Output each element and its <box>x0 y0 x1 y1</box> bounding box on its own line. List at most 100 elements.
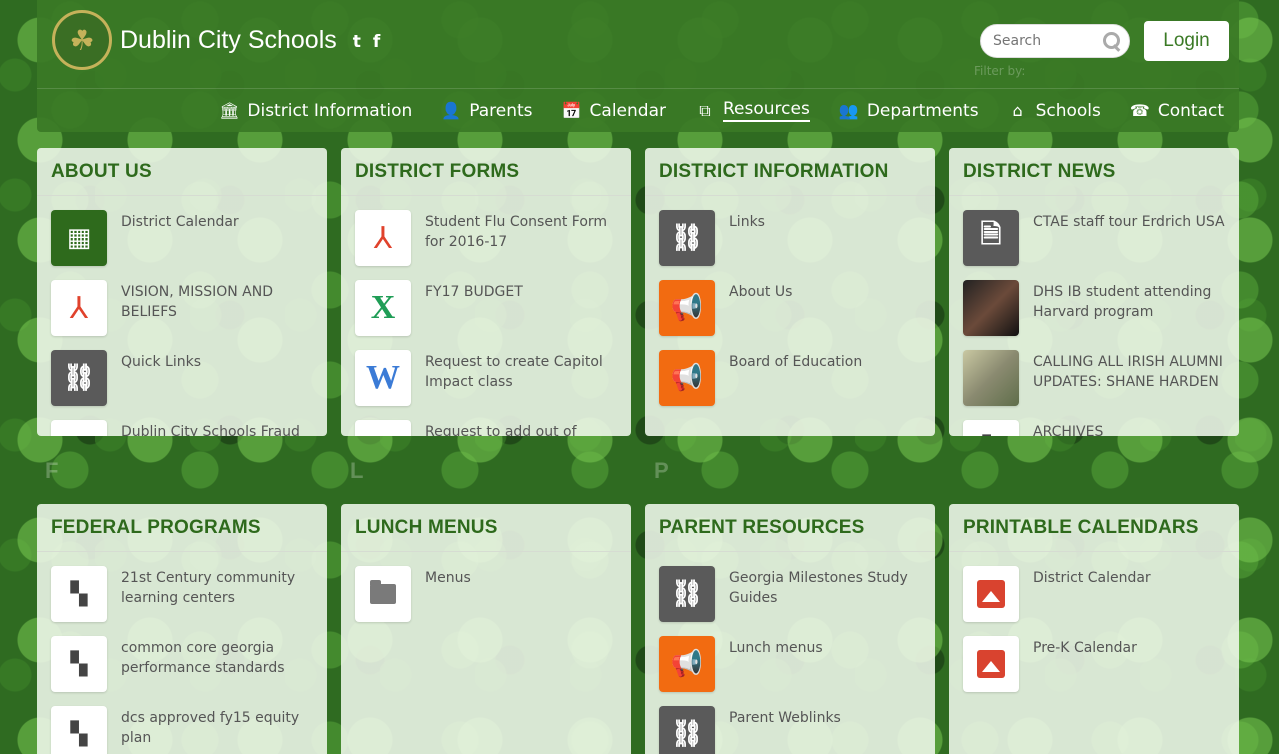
card-district-information: DISTRICT INFORMATION ⛓ Links 📢 About Us … <box>645 148 935 436</box>
nav-schools[interactable]: ⌂ Schools <box>1008 101 1100 121</box>
item-label[interactable]: common core georgia performance standard… <box>121 638 313 706</box>
item-label[interactable]: Parent Weblinks <box>729 708 841 754</box>
link-icon[interactable]: ⛓ <box>51 350 107 406</box>
list-item[interactable]: District Calendar <box>963 566 1225 636</box>
list-item[interactable]: Pre-K Calendar <box>963 636 1225 706</box>
folder-icon[interactable] <box>355 566 411 622</box>
item-label[interactable]: Menus <box>425 568 471 636</box>
school-name[interactable]: Dublin City Schools <box>120 26 337 55</box>
card-title: DISTRICT NEWS <box>949 148 1239 196</box>
list-item[interactable]: ⛓ Parent Weblinks <box>659 706 921 754</box>
list-item[interactable]: ▦ District Calendar <box>51 210 313 280</box>
login-button[interactable]: Login <box>1144 21 1229 61</box>
group-icon: 👥 <box>838 101 859 120</box>
list-item[interactable]: ⅄ VISION, MISSION AND BELIEFS <box>51 280 313 350</box>
card-district-forms: DISTRICT FORMS ⅄ Student Flu Consent For… <box>341 148 631 436</box>
grid-icon[interactable]: ▚ <box>51 706 107 754</box>
link-icon[interactable]: ⛓ <box>659 210 715 266</box>
item-label[interactable]: Request to add out of district <box>425 422 617 436</box>
pdf-icon[interactable]: ⅄ <box>51 420 107 436</box>
list-item[interactable]: ▚ ARCHIVES <box>963 420 1225 436</box>
nav-resources[interactable]: ⧉ Resources <box>695 99 810 122</box>
excel-icon[interactable]: X <box>355 280 411 336</box>
brand[interactable]: ☘ Dublin City Schools t f <box>52 10 380 70</box>
list-item[interactable]: 📢 About Us <box>659 280 921 350</box>
list-item[interactable]: ⛓ Georgia Milestones Study Guides <box>659 566 921 636</box>
list-item[interactable]: 📢 Board of Education <box>659 350 921 420</box>
list-item[interactable]: W Request to create Capitol Impact class <box>355 350 617 420</box>
list-item[interactable]: ▚ 21st Century community learning center… <box>51 566 313 636</box>
link-icon[interactable]: ⛓ <box>659 566 715 622</box>
search-input[interactable] <box>993 33 1103 49</box>
archive-icon[interactable]: ▚ <box>963 420 1019 436</box>
image-icon[interactable] <box>963 636 1019 692</box>
word-icon[interactable]: W <box>355 350 411 406</box>
item-label[interactable]: Dublin City Schools Fraud <box>121 422 300 436</box>
item-label[interactable]: CALLING ALL IRISH ALUMNI UPDATES: SHANE … <box>1033 352 1225 420</box>
item-label[interactable]: Lunch menus <box>729 638 823 706</box>
list-item[interactable]: CALLING ALL IRISH ALUMNI UPDATES: SHANE … <box>963 350 1225 420</box>
search-box[interactable] <box>980 24 1130 58</box>
nav-contact[interactable]: ☎ Contact <box>1130 101 1224 121</box>
document-icon[interactable]: 🗎 <box>963 210 1019 266</box>
nav-calendar[interactable]: 📅 Calendar <box>562 101 666 121</box>
item-label[interactable]: Links <box>729 212 765 280</box>
list-item[interactable]: ▚ dcs approved fy15 equity plan <box>51 706 313 754</box>
item-label[interactable]: CTAE staff tour Erdrich USA <box>1033 212 1225 280</box>
item-label[interactable]: Quick Links <box>121 352 201 420</box>
card-title: PARENT RESOURCES <box>645 504 935 552</box>
card-parent-resources: PARENT RESOURCES ⛓ Georgia Milestones St… <box>645 504 935 754</box>
list-item[interactable]: DHS IB student attending Harvard program <box>963 280 1225 350</box>
nav-label: Parents <box>469 100 533 121</box>
district-seal-logo[interactable]: ☘ <box>52 10 112 70</box>
list-item[interactable]: ⅄ Student Flu Consent Form for 2016-17 <box>355 210 617 280</box>
item-label[interactable]: About Us <box>729 282 792 350</box>
word-icon[interactable]: W <box>355 420 411 436</box>
list-item[interactable]: ⅄ Dublin City Schools Fraud <box>51 420 313 436</box>
megaphone-icon[interactable]: 📢 <box>659 636 715 692</box>
megaphone-icon[interactable]: 📢 <box>659 350 715 406</box>
item-label[interactable]: District Calendar <box>121 212 239 280</box>
pdf-icon[interactable]: ⅄ <box>51 280 107 336</box>
grid-icon[interactable]: ▚ <box>51 636 107 692</box>
list-item[interactable]: ⛓ Quick Links <box>51 350 313 420</box>
news-thumbnail[interactable] <box>963 350 1019 406</box>
news-thumbnail[interactable] <box>963 280 1019 336</box>
item-label[interactable]: dcs approved fy15 equity plan <box>121 708 313 754</box>
search-icon[interactable] <box>1103 32 1121 50</box>
image-icon[interactable] <box>963 566 1019 622</box>
nav-label: Resources <box>723 99 810 122</box>
facebook-icon[interactable]: f <box>373 32 380 52</box>
list-item[interactable]: W Request to add out of district <box>355 420 617 436</box>
item-label[interactable]: DHS IB student attending Harvard program <box>1033 282 1225 350</box>
item-label[interactable]: District Calendar <box>1033 568 1151 636</box>
list-item[interactable]: ▚ common core georgia performance standa… <box>51 636 313 706</box>
item-label[interactable]: VISION, MISSION AND BELIEFS <box>121 282 313 350</box>
phone-icon: ☎ <box>1129 101 1150 120</box>
link-icon[interactable]: ⛓ <box>659 706 715 754</box>
item-label[interactable]: Georgia Milestones Study Guides <box>729 568 921 636</box>
megaphone-icon[interactable]: 📢 <box>659 280 715 336</box>
pdf-icon[interactable]: ⅄ <box>355 210 411 266</box>
item-label[interactable]: Request to create Capitol Impact class <box>425 352 617 420</box>
item-label[interactable]: ARCHIVES <box>1033 422 1103 436</box>
bank-icon: 🏛 <box>219 101 240 120</box>
list-item[interactable]: ⛓ Links <box>659 210 921 280</box>
card-district-news: DISTRICT NEWS 🗎 CTAE staff tour Erdrich … <box>949 148 1239 436</box>
list-item[interactable]: X FY17 BUDGET <box>355 280 617 350</box>
calendar-icon[interactable]: ▦ <box>51 210 107 266</box>
item-label[interactable]: 21st Century community learning centers <box>121 568 313 636</box>
grid-icon[interactable]: ▚ <box>51 566 107 622</box>
item-label[interactable]: Board of Education <box>729 352 862 420</box>
list-item[interactable]: Menus <box>355 566 617 636</box>
list-item[interactable]: 🗎 CTAE staff tour Erdrich USA <box>963 210 1225 280</box>
item-label[interactable]: FY17 BUDGET <box>425 282 523 350</box>
list-item[interactable]: 📢 Lunch menus <box>659 636 921 706</box>
item-label[interactable]: Student Flu Consent Form for 2016-17 <box>425 212 617 280</box>
twitter-icon[interactable]: t <box>353 32 361 52</box>
nav-parents[interactable]: 👤 Parents <box>441 101 532 121</box>
nav-district-information[interactable]: 🏛 District Information <box>219 101 412 121</box>
nav-departments[interactable]: 👥 Departments <box>839 101 979 121</box>
item-label[interactable]: Pre-K Calendar <box>1033 638 1137 706</box>
card-title: DISTRICT INFORMATION <box>645 148 935 196</box>
